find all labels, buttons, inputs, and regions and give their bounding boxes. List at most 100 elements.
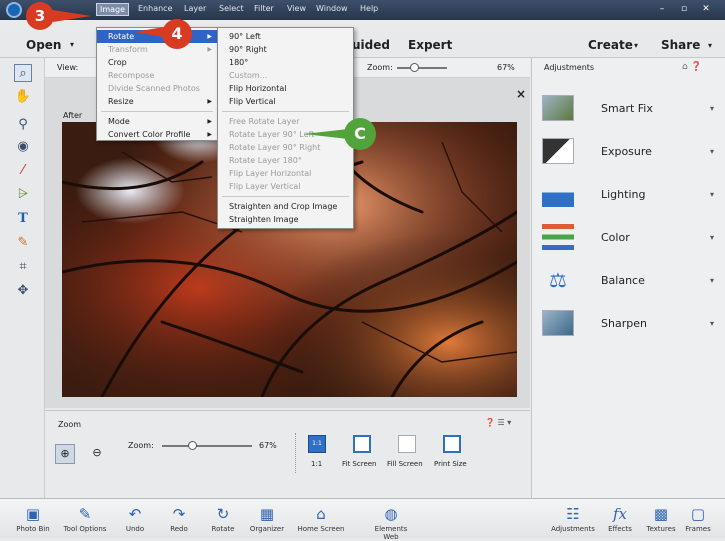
image-menu-item[interactable]: Crop [97, 56, 217, 69]
panel-help-icon[interactable]: ❓ ☰ ▾ [485, 418, 511, 427]
restore-button[interactable]: ▫ [674, 2, 694, 17]
image-menu-item-label: Recompose [108, 71, 155, 80]
tool-options-button[interactable]: ✎ Tool Options [60, 503, 110, 533]
menu-select[interactable]: Select [219, 4, 244, 13]
elements-web-button[interactable]: ◍ Elements Web [366, 503, 416, 541]
adjustment-smart-fix[interactable]: Smart Fix ▾ [532, 92, 725, 132]
create-dropdown-icon[interactable]: ▾ [634, 41, 638, 50]
image-menu-item[interactable]: Convert Color Profile ▶ [97, 128, 217, 141]
rotate-menu-item[interactable]: 90° Left [218, 30, 353, 43]
adjustment-balance[interactable]: ⚖ Balance ▾ [532, 264, 725, 304]
crop-tool-icon[interactable]: ⌗ [14, 258, 32, 276]
adjustment-label: Balance [601, 274, 645, 287]
rotate-menu-item[interactable]: Flip Horizontal [218, 82, 353, 95]
adjustment-sharpen[interactable]: Sharpen ▾ [532, 307, 725, 347]
balance-icon: ⚖ [549, 268, 567, 292]
share-button[interactable]: Share [661, 38, 700, 52]
organizer-button[interactable]: ▦ Organizer [242, 503, 292, 533]
image-menu-item[interactable]: Mode ▶ [97, 115, 217, 128]
zoom-slider[interactable] [397, 63, 447, 72]
zoom-panel-slider-thumb[interactable] [187, 441, 197, 450]
image-menu-item: Transform ▶ [97, 43, 217, 56]
zoom-slider-thumb[interactable] [409, 63, 419, 72]
globe-icon: ◍ [384, 505, 398, 523]
callout-step-3: 3 [26, 2, 54, 30]
fit-screen-icon[interactable] [353, 435, 371, 453]
menu-enhance[interactable]: Enhance [138, 4, 173, 13]
open-button[interactable]: Open [26, 38, 61, 52]
eye-tool-icon[interactable]: ◉ [14, 138, 32, 156]
rotate-menu-item-label: Rotate Layer 90° Right [229, 143, 321, 152]
fill-screen-button[interactable]: Fill Screen [387, 460, 423, 468]
zoom-panel-title: Zoom [58, 420, 82, 429]
home-screen-button[interactable]: ⌂ Home Screen [296, 503, 346, 533]
submenu-arrow-icon: ▶ [207, 33, 212, 40]
view-label: View: [57, 63, 79, 72]
zoom-tool-icon[interactable]: ⌕ [14, 64, 32, 82]
zoom-panel-slider[interactable] [162, 441, 252, 450]
straighten-tool-icon[interactable]: ⩥ [14, 186, 32, 204]
frames-button[interactable]: ▢ Frames [673, 503, 723, 533]
menu-separator [222, 196, 349, 197]
spot-healing-tool-icon[interactable]: ✎ [14, 234, 32, 252]
close-image-icon[interactable]: × [516, 87, 526, 101]
print-size-icon[interactable] [443, 435, 461, 453]
menu-window[interactable]: Window [316, 4, 348, 13]
menu-image[interactable]: Image [96, 3, 130, 16]
hand-tool-icon[interactable]: ✋ [14, 88, 32, 106]
rotate-button[interactable]: ↻ Rotate [198, 503, 248, 533]
undo-button[interactable]: ↶ Undo [110, 503, 160, 533]
redo-button[interactable]: ↷ Redo [154, 503, 204, 533]
adjustment-color[interactable]: Color ▾ [532, 221, 725, 261]
rotate-menu-item[interactable]: Straighten and Crop Image [218, 200, 353, 213]
rotate-menu-item-label: 180° [229, 58, 249, 67]
zoom-panel-zoom-label: Zoom: [128, 441, 154, 450]
rotate-menu-item: Flip Layer Vertical [218, 180, 353, 193]
open-dropdown-icon[interactable]: ▾ [70, 40, 74, 49]
rotate-menu-item-label: Flip Horizontal [229, 84, 287, 93]
quick-selection-tool-icon[interactable]: ⚲ [14, 116, 32, 134]
close-button[interactable]: ✕ [696, 2, 716, 17]
move-tool-icon[interactable]: ✥ [14, 282, 32, 300]
one-to-one-icon[interactable]: 1:1 [308, 435, 326, 453]
adjustments-icon: ☷ [566, 505, 580, 523]
photo-bin-button[interactable]: ▣ Photo Bin [8, 503, 58, 533]
rotate-menu-item-label: Flip Layer Horizontal [229, 169, 312, 178]
effects-label: Effects [608, 525, 632, 533]
menu-layer[interactable]: Layer [184, 4, 206, 13]
whiten-teeth-tool-icon[interactable]: ⁄ [14, 162, 32, 180]
minimize-button[interactable]: – [652, 2, 672, 17]
rotate-menu-item-label: Straighten and Crop Image [229, 202, 338, 211]
menu-view[interactable]: View [287, 4, 306, 13]
taskbar: ▣ Photo Bin ✎ Tool Options ↶ Undo ↷ Redo ↻ Ro… [0, 498, 725, 541]
guided-tab[interactable]: uided [352, 38, 390, 52]
zoom-in-button[interactable]: ⊕ [55, 444, 75, 464]
textures-label: Textures [646, 525, 676, 533]
rotate-menu-item-label: Rotate Layer 90° Left [229, 130, 315, 139]
create-button[interactable]: Create [588, 38, 633, 52]
rotate-menu-item: Custom... [218, 69, 353, 82]
zoom-out-button[interactable]: ⊖ [87, 444, 107, 464]
adjustment-lighting[interactable]: Lighting ▾ [532, 178, 725, 218]
rotate-menu-item[interactable]: Straighten Image [218, 213, 353, 226]
frames-icon: ▢ [690, 505, 706, 523]
fill-screen-icon[interactable] [398, 435, 416, 453]
rotate-menu-item[interactable]: Flip Vertical [218, 95, 353, 108]
share-dropdown-icon[interactable]: ▾ [708, 41, 712, 50]
menu-filter[interactable]: Filter [254, 4, 274, 13]
rotate-menu-item[interactable]: 180° [218, 56, 353, 69]
image-menu-item[interactable]: Resize ▶ [97, 95, 217, 108]
menu-help[interactable]: Help [360, 4, 378, 13]
one-to-one-button[interactable]: 1:1 [311, 460, 322, 468]
panel-options-icon[interactable]: ⌂ ❓ [682, 62, 702, 72]
rotate-menu-item-label: Rotate Layer 180° [229, 156, 302, 165]
type-tool-icon[interactable]: T [14, 210, 32, 228]
rotate-menu-item[interactable]: 90° Right [218, 43, 353, 56]
rotate-menu-item: Free Rotate Layer [218, 115, 353, 128]
chevron-down-icon: ▾ [709, 104, 714, 113]
fit-screen-button[interactable]: Fit Screen [342, 460, 377, 468]
adjustments-button[interactable]: ☷ Adjustments [548, 503, 598, 533]
print-size-button[interactable]: Print Size [434, 460, 467, 468]
adjustment-exposure[interactable]: Exposure ▾ [532, 135, 725, 175]
expert-tab[interactable]: Expert [408, 38, 452, 52]
